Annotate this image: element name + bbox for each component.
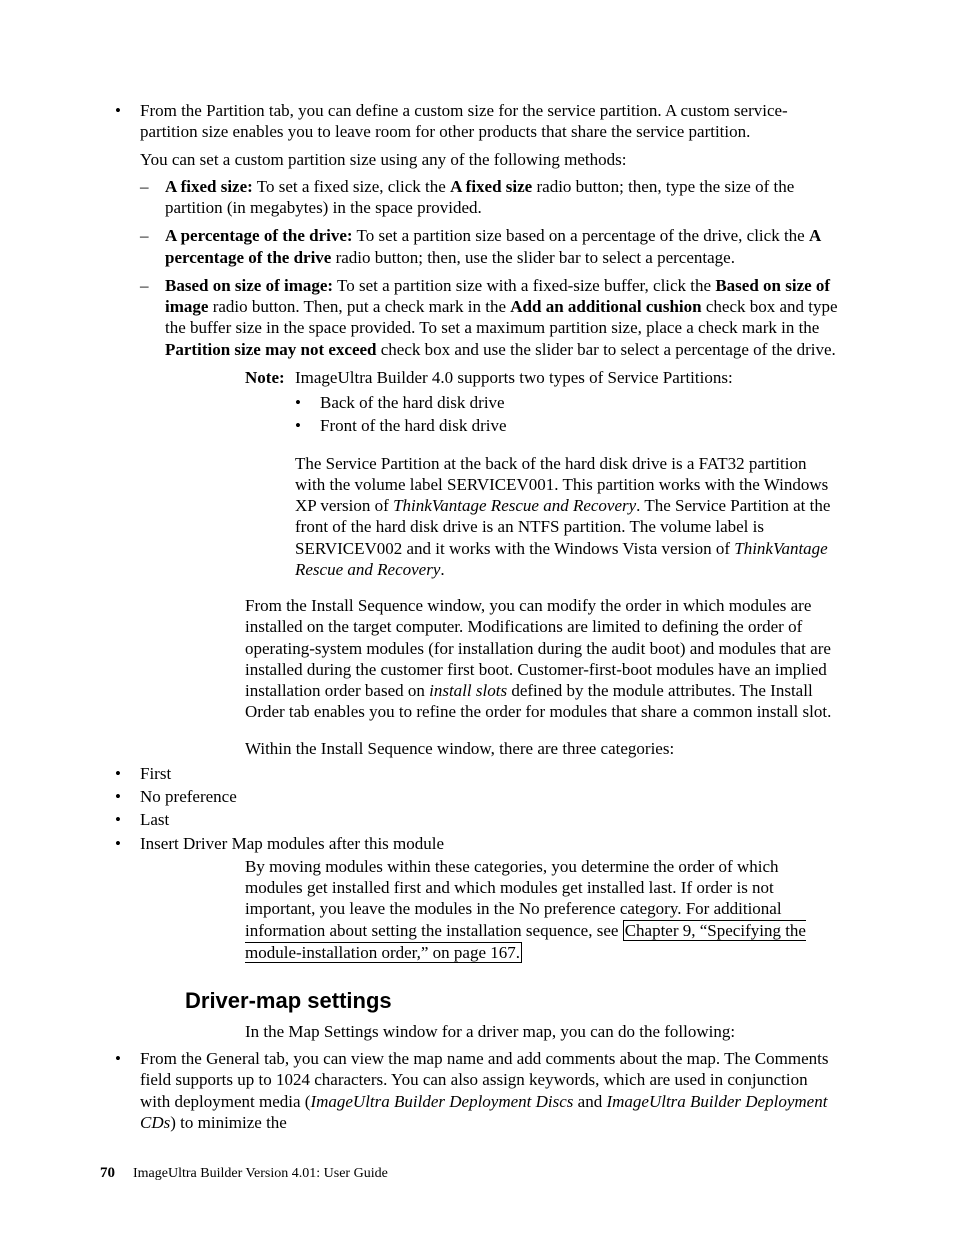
- cat-nopref: No preference: [115, 786, 839, 807]
- i: ThinkVantage Rescue and Recovery: [393, 496, 636, 515]
- install-seq-cats: First No preference Last Insert Driver M…: [115, 763, 839, 854]
- s: A fixed size: [450, 177, 532, 196]
- i: install slots: [429, 681, 507, 700]
- cat-insert-driver: Insert Driver Map modules after this mod…: [115, 833, 839, 854]
- install-seq-p3: By moving modules within these categorie…: [245, 856, 839, 966]
- s: Add an additional cushion: [510, 297, 701, 316]
- method-size-of-image: Based on size of image: To set a partiti…: [140, 275, 839, 360]
- method-fixed-size: A fixed size: To set a fixed size, click…: [140, 176, 839, 219]
- driver-map-intro: In the Map Settings window for a driver …: [245, 1021, 839, 1042]
- note-para: The Service Partition at the back of the…: [295, 453, 839, 581]
- partition-methods-list: A fixed size: To set a fixed size, click…: [140, 176, 839, 360]
- method-label: A percentage of the drive:: [165, 226, 353, 245]
- t: To set a fixed size, click the: [253, 177, 450, 196]
- method-percentage: A percentage of the drive: To set a part…: [140, 225, 839, 268]
- partition-tab-item: From the Partition tab, you can define a…: [115, 100, 839, 360]
- driver-map-general-item: From the General tab, you can view the m…: [115, 1048, 839, 1133]
- install-seq-p1: From the Install Sequence window, you ca…: [245, 595, 839, 723]
- t: .: [440, 560, 444, 579]
- t: To set a partition size with a fixed-siz…: [333, 276, 715, 295]
- t: radio button. Then, put a check mark in …: [208, 297, 510, 316]
- note-bullet-1: Back of the hard disk drive: [295, 392, 839, 413]
- method-label: Based on size of image:: [165, 276, 333, 295]
- note-label: Note:: [245, 367, 295, 580]
- page-footer: 70 ImageUltra Builder Version 4.01: User …: [100, 1164, 388, 1183]
- t: ) to minimize the: [170, 1113, 287, 1132]
- s: Partition size may not exceed: [165, 340, 377, 359]
- t: check box and use the slider bar to sele…: [377, 340, 836, 359]
- cat-last: Last: [115, 809, 839, 830]
- note-bullet-2: Front of the hard disk drive: [295, 415, 839, 436]
- t: and: [573, 1092, 606, 1111]
- install-seq-p2: Within the Install Sequence window, ther…: [245, 738, 839, 759]
- note-bullets: Back of the hard disk drive Front of the…: [295, 392, 839, 437]
- t: radio button; then, use the slider bar t…: [331, 248, 735, 267]
- method-label: A fixed size:: [165, 177, 253, 196]
- t: To set a partition size based on a perce…: [353, 226, 809, 245]
- page-number: 70: [100, 1165, 115, 1181]
- section-heading: Driver-map settings: [185, 987, 839, 1015]
- driver-map-list: From the General tab, you can view the m…: [115, 1048, 839, 1133]
- cat-first: First: [115, 763, 839, 784]
- partition-tab-list: From the Partition tab, you can define a…: [115, 100, 839, 360]
- page: From the Partition tab, you can define a…: [0, 0, 954, 1235]
- footer-title: ImageUltra Builder Version 4.01: User Gu…: [133, 1166, 388, 1181]
- note-block: Note: ImageUltra Builder 4.0 supports tw…: [245, 367, 839, 580]
- i: ImageUltra Builder Deployment Discs: [310, 1092, 573, 1111]
- partition-tab-intro: From the Partition tab, you can define a…: [140, 100, 839, 143]
- note-line: ImageUltra Builder 4.0 supports two type…: [295, 367, 839, 388]
- partition-methods-lead: You can set a custom partition size usin…: [140, 149, 839, 170]
